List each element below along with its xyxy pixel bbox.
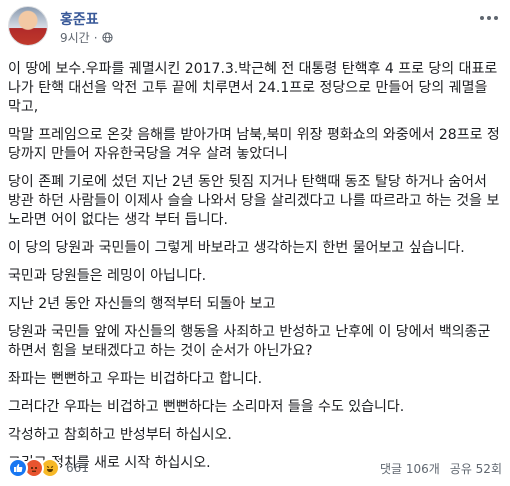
post-card: 홍준표 9시간 · 이 땅에 보수.우파를 궤멸시킨 2017.3.박근혜 전 … — [0, 0, 510, 486]
post-body: 이 땅에 보수.우파를 궤멸시킨 2017.3.박근혜 전 대통령 탄핵후 4 … — [8, 60, 502, 482]
post-paragraph: 국민과 당원들은 레밍이 아닙니다. — [8, 268, 207, 284]
like-icon — [8, 458, 28, 478]
post-paragraph: 각성하고 참회하고 반성부터 하십시오. — [8, 427, 232, 443]
post-paragraph: 좌파는 뻔뻔하고 우파는 비겁하다고 합니다. — [8, 371, 263, 387]
post-paragraph: 이 땅에 보수.우파를 궤멸시킨 2017.3.박근혜 전 대통령 탄핵후 4 … — [8, 61, 498, 115]
post-meta: 9시간 · — [60, 29, 113, 46]
post-paragraph: 지난 2년 동안 자신들의 행적부터 되돌아 보고 — [8, 296, 276, 312]
post-paragraph: 이 당의 당원과 국민들이 그렇게 바보라고 생각하는지 한번 물어보고 싶습니… — [8, 240, 465, 256]
more-options-icon[interactable] — [478, 10, 500, 26]
comments-count-link[interactable]: 댓글 106개 — [380, 460, 440, 477]
reaction-count[interactable]: 661 — [66, 461, 89, 475]
post-stats: 댓글 106개 공유 52회 — [380, 460, 502, 477]
post-header: 홍준표 9시간 · — [8, 6, 502, 48]
post-paragraph: 그러다간 우파는 비겁하고 뻔뻔하다는 소리마저 들을 수도 있습니다. — [8, 399, 405, 415]
post-time[interactable]: 9시간 — [60, 29, 90, 46]
shares-count-link[interactable]: 공유 52회 — [450, 460, 502, 477]
globe-icon — [101, 32, 113, 43]
post-footer: 661 댓글 106개 공유 52회 — [8, 458, 502, 478]
post-paragraph: 막말 프레임으로 온갖 음해를 받아가며 남북,북미 위장 평화쇼의 와중에서 … — [8, 127, 500, 162]
author-name[interactable]: 홍준표 — [60, 9, 99, 29]
reactions-summary[interactable]: 661 — [8, 458, 89, 478]
author-avatar[interactable] — [8, 6, 48, 46]
post-paragraph: 당원과 국민들 앞에 자신들의 행동을 사죄하고 반성하고 난후에 이 당에서 … — [8, 324, 491, 359]
post-paragraph: 당이 존폐 기로에 섰던 지난 2년 동안 뒷짐 지거나 탄핵때 동조 탈당 하… — [8, 174, 500, 228]
